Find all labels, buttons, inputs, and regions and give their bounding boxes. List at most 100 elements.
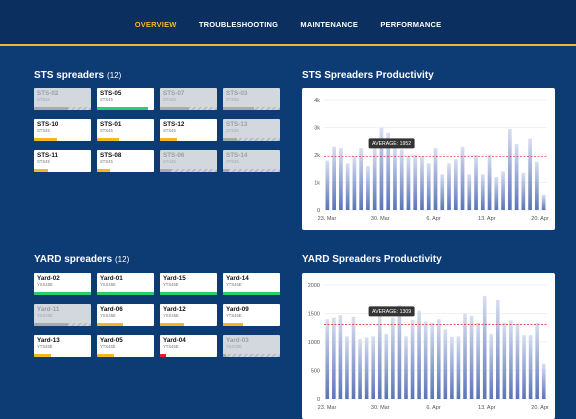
sts-count: (12) — [107, 71, 122, 80]
sts-spreader-card[interactable]: STS-10 STS45 — [34, 119, 91, 141]
spreader-name: STS-11 — [37, 152, 58, 159]
bar — [339, 148, 343, 210]
x-tick-label: 23. Mar — [318, 216, 337, 222]
spreader-name: Yard-03 — [226, 337, 249, 344]
x-tick-label: 6. Apr — [426, 405, 441, 411]
yard-spreader-card[interactable]: Yard-11 YSS45E — [34, 304, 91, 326]
x-tick-label: 13. Apr — [478, 216, 496, 222]
bar — [467, 174, 472, 210]
sts-spreader-card[interactable]: STS-08 STS45 — [97, 150, 154, 172]
sts-productivity-chart: 0 1k 2k 3k 4k 23. Mar 30. Mar 6. Apr 13. Apr 20. … — [314, 98, 549, 222]
y-tick-label: 3k — [314, 126, 320, 132]
spreader-name: STS-01 — [100, 121, 122, 128]
spreader-type: STS45 — [37, 97, 50, 102]
bar — [501, 171, 505, 210]
status-bar — [34, 169, 49, 172]
yard-chart-panel: 0 500 1000 1500 2000 23. Mar 30. Mar 6. Apr 13. … — [302, 273, 555, 419]
bar — [535, 161, 539, 210]
nav-item-troubleshooting[interactable]: TROUBLESHOOTING — [199, 20, 278, 29]
sts-chart-panel: 0 1k 2k 3k 4k 23. Mar 30. Mar 6. Apr 13. Apr 20. … — [302, 88, 555, 230]
bar — [522, 335, 526, 399]
status-bar — [34, 107, 69, 110]
y-tick-label: 1000 — [308, 340, 320, 346]
bar — [541, 194, 546, 210]
spreader-type: STS45 — [226, 128, 239, 133]
spreader-type: STS45 — [100, 159, 113, 164]
bar — [482, 295, 487, 399]
yard-spreader-card[interactable]: Yard-06 YSS45E — [97, 304, 154, 326]
bar — [325, 160, 330, 210]
status-bar — [160, 354, 166, 357]
yard-spreader-card[interactable]: Yard-14 YTS45E — [223, 273, 280, 295]
spreader-type: YTS45E — [100, 344, 116, 349]
average-label: AVERAGE: 1952 — [372, 141, 411, 147]
spreader-type: YSS45E — [163, 313, 179, 318]
spreader-name: Yard-01 — [100, 275, 123, 282]
spreader-type: STS45 — [100, 128, 113, 133]
nav-item-overview[interactable]: OVERVIEW — [135, 20, 177, 29]
bar — [372, 148, 377, 210]
spreader-type: YTS45E — [163, 344, 179, 349]
spreader-name: STS-07 — [163, 90, 185, 97]
spreader-type: YTS45E — [226, 313, 242, 318]
y-tick-label: 4k — [314, 98, 320, 104]
bar — [440, 174, 445, 210]
sts-spreader-card[interactable]: STS-03 STS45 — [223, 88, 280, 110]
yard-section-title: YARD spreaders (12) — [34, 254, 129, 265]
spreader-type: STS45 — [100, 97, 113, 102]
bar — [364, 337, 369, 399]
yard-spreader-card[interactable]: Yard-03 YSS45E — [223, 335, 280, 357]
status-bar — [97, 323, 123, 326]
sts-spreader-card[interactable]: STS-07 STS45 — [160, 88, 217, 110]
x-tick-label: 20. Apr — [531, 216, 549, 222]
yard-count: (12) — [115, 255, 130, 264]
spreader-name: Yard-04 — [163, 337, 186, 344]
x-tick-label: 23. Mar — [318, 405, 337, 411]
status-bar — [160, 138, 178, 141]
bar — [399, 149, 404, 210]
nav-item-performance[interactable]: PERFORMANCE — [380, 20, 441, 29]
yard-spreader-card[interactable]: Yard-09 YTS45E — [223, 304, 280, 326]
yard-spreader-card[interactable]: Yard-12 YSS45E — [160, 304, 217, 326]
sts-spreader-card[interactable]: STS-13 STS45 — [223, 119, 280, 141]
yard-spreader-card[interactable]: Yard-05 YTS45E — [97, 335, 154, 357]
sts-spreader-card[interactable]: STS-01 STS45 — [97, 119, 154, 141]
yard-spreader-card[interactable]: Yard-04 YTS45E — [160, 335, 217, 357]
bar — [384, 334, 389, 399]
bar — [413, 155, 418, 210]
sts-spreader-card[interactable]: STS-06 STS45 — [160, 150, 217, 172]
bar — [487, 155, 492, 210]
yard-spreader-card[interactable]: Yard-13 YTS45E — [34, 335, 91, 357]
bar — [391, 317, 395, 399]
spreader-name: STS-14 — [226, 152, 248, 159]
bar — [433, 148, 438, 210]
spreader-type: YSS45E — [37, 282, 53, 287]
sts-spreader-card[interactable]: STS-02 STS45 — [34, 88, 91, 110]
bar — [453, 159, 458, 210]
status-bar — [160, 323, 184, 326]
bar — [456, 336, 461, 399]
spreader-name: Yard-12 — [163, 306, 186, 313]
nav-item-maintenance[interactable]: MAINTENANCE — [300, 20, 358, 29]
sts-spreader-card[interactable]: STS-11 STS45 — [34, 150, 91, 172]
sts-spreader-grid: STS-02 STS45 STS-05 STS45 STS-07 STS45 STS-03 S… — [34, 88, 280, 172]
yard-spreader-card[interactable]: Yard-15 YTS45E — [160, 273, 217, 295]
y-tick-label: 2k — [314, 153, 320, 159]
yard-spreader-card[interactable]: Yard-01 YSS45E — [97, 273, 154, 295]
status-bar — [223, 323, 243, 326]
status-bar — [34, 323, 69, 326]
bar — [463, 313, 467, 399]
x-tick-label: 30. Mar — [371, 405, 390, 411]
y-tick-label: 1500 — [308, 312, 320, 318]
bar — [345, 336, 349, 399]
yard-spreader-card[interactable]: Yard-02 YSS45E — [34, 273, 91, 295]
status-bar — [97, 292, 154, 295]
sts-spreader-card[interactable]: STS-12 STS45 — [160, 119, 217, 141]
spreader-type: STS45 — [163, 159, 176, 164]
spreader-type: STS45 — [163, 97, 176, 102]
bar — [397, 304, 402, 399]
sts-spreader-card[interactable]: STS-05 STS45 — [97, 88, 154, 110]
sts-spreader-card[interactable]: STS-14 STS45 — [223, 150, 280, 172]
status-bar — [160, 169, 172, 172]
yard-productivity-chart: 0 500 1000 1500 2000 23. Mar 30. Mar 6. Apr 13. … — [308, 283, 549, 411]
